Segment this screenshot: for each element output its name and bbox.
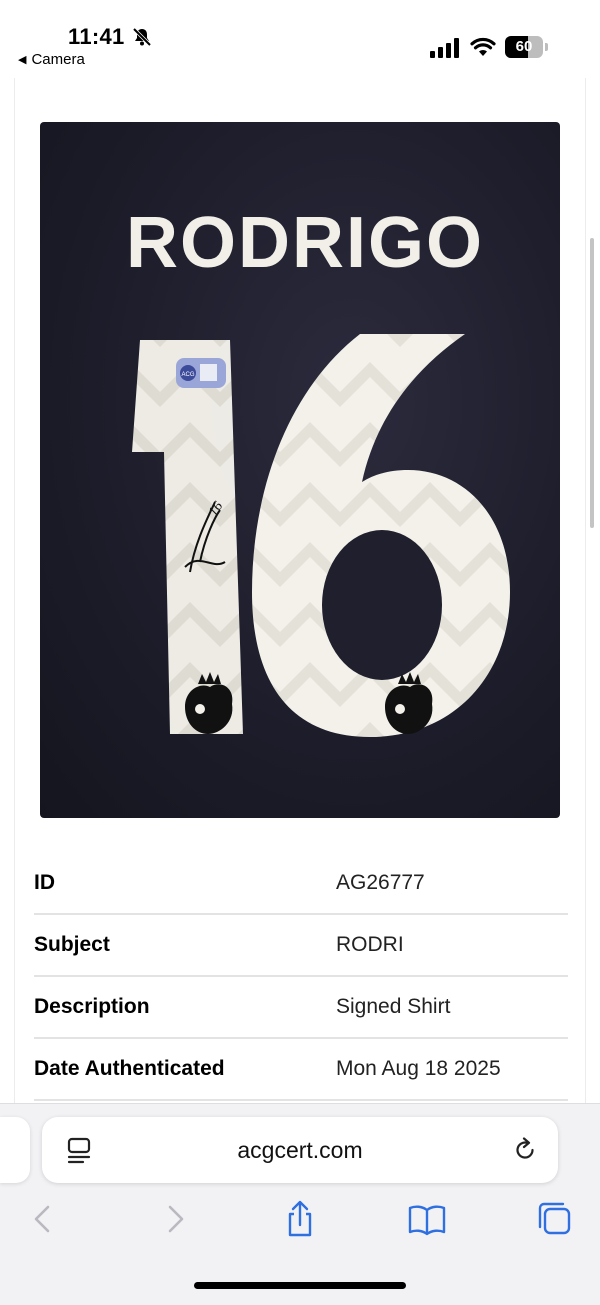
detail-row: ID AG26777 [34,853,568,915]
shirt-number-print: 16 [40,122,42,123]
url-text[interactable]: acgcert.com [42,1137,558,1164]
battery-level: 60 [515,38,533,55]
back-app-label: Camera [31,51,85,68]
forward-chevron-icon[interactable] [154,1199,194,1239]
detail-value: Mon Aug 18 2025 [336,1057,501,1080]
detail-value: RODRI [336,933,404,956]
battery-icon: 60 [505,36,549,58]
back-to-camera-link[interactable]: ◀ Camera [18,51,85,68]
tabs-icon[interactable] [535,1199,575,1239]
cellular-signal-icon [430,38,459,58]
hologram-text: ACG [181,372,194,378]
bookmarks-icon[interactable] [407,1199,447,1239]
shirt-photo: RODRIGO 16 ACG 16 [40,122,560,818]
detail-value: Signed Shirt [336,995,451,1018]
detail-key: Description [34,995,150,1018]
scrollbar-thumb[interactable] [590,238,594,528]
detail-row: Date Authenticated Mon Aug 18 2025 [34,1039,568,1101]
back-triangle-icon: ◀ [18,54,27,66]
status-bar: 11:41 ◀ Camera 60 [0,0,600,78]
share-icon[interactable] [280,1199,320,1239]
web-content[interactable]: RODRIGO 16 ACG 16 ID AG26777 Subject ROD… [0,78,600,1103]
browser-toolbar: acgcert.com [0,1103,600,1305]
previous-tab-preview[interactable] [0,1117,30,1183]
shirt-name-print: RODRIGO [126,203,484,283]
reload-icon[interactable] [512,1136,538,1164]
back-chevron-icon[interactable] [24,1199,64,1239]
hologram-sticker: ACG [176,358,226,388]
detail-value: AG26777 [336,871,425,894]
status-time: 11:41 [68,24,125,49]
detail-key: ID [34,871,55,894]
detail-row: Subject RODRI [34,915,568,977]
certificate-details: ID AG26777 Subject RODRI Description Sig… [34,853,568,1101]
detail-row: Description Signed Shirt [34,977,568,1039]
home-indicator[interactable] [194,1282,406,1289]
address-bar[interactable]: acgcert.com [42,1117,558,1183]
bell-slash-icon [132,27,152,47]
detail-key: Subject [34,933,110,956]
wifi-icon [470,37,496,56]
detail-key: Date Authenticated [34,1057,225,1080]
